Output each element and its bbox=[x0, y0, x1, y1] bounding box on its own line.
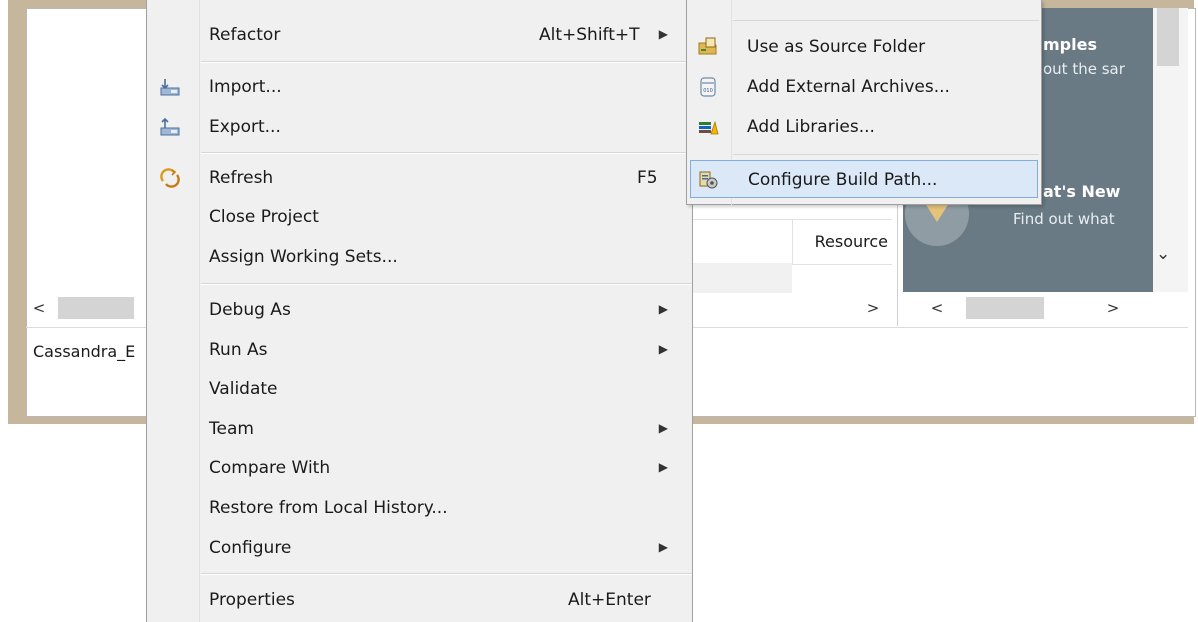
submenu-item-add-libraries[interactable]: Add Libraries... bbox=[687, 108, 1041, 146]
menu-item-label: Assign Working Sets... bbox=[209, 247, 398, 267]
column-header-resource[interactable]: Resource bbox=[815, 232, 888, 251]
scroll-thumb[interactable] bbox=[58, 297, 134, 319]
properties-table-header: Resource bbox=[686, 219, 892, 265]
menu-separator bbox=[201, 573, 692, 575]
project-status-label: Cassandra_E bbox=[33, 342, 136, 361]
menu-item-label: Export... bbox=[209, 117, 281, 137]
table-row bbox=[686, 263, 892, 293]
shortcut-label: Alt+Shift+T bbox=[539, 25, 640, 45]
menu-item-refactor[interactable]: Refactor Alt+Shift+T ▶ bbox=[147, 16, 692, 54]
menu-item-label: Debug As bbox=[209, 300, 291, 320]
context-menu: Refactor Alt+Shift+T ▶ Import... Export.… bbox=[146, 0, 693, 622]
menu-item-refresh[interactable]: Refresh F5 bbox=[147, 159, 692, 197]
menu-item-run-as[interactable]: Run As ▶ bbox=[147, 331, 692, 369]
menu-item-compare-with[interactable]: Compare With ▶ bbox=[147, 449, 692, 487]
menu-item-properties[interactable]: Properties Alt+Enter bbox=[147, 581, 692, 619]
submenu-arrow-icon: ▶ bbox=[658, 460, 668, 474]
submenu-arrow-icon: ▶ bbox=[658, 540, 668, 554]
submenu-item-add-external-archives[interactable]: 010 Add External Archives... bbox=[687, 68, 1041, 106]
submenu-item-configure-build-path[interactable]: Configure Build Path... bbox=[690, 160, 1038, 198]
source-folder-icon bbox=[698, 37, 717, 55]
samples-description: out the sar bbox=[1043, 60, 1125, 78]
menu-separator bbox=[733, 154, 1039, 155]
table-horizontal-scrollbar[interactable]: > bbox=[864, 299, 882, 317]
vertical-scroll-thumb[interactable] bbox=[1157, 8, 1179, 66]
whats-new-title[interactable]: at's New bbox=[1043, 182, 1120, 201]
menu-item-import[interactable]: Import... bbox=[147, 68, 692, 106]
shortcut-label: Alt+Enter bbox=[568, 590, 651, 610]
scroll-right-icon[interactable]: > bbox=[864, 299, 882, 317]
menu-item-label: Restore from Local History... bbox=[209, 498, 448, 518]
menu-item-restore-local-history[interactable]: Restore from Local History... bbox=[147, 489, 692, 527]
jar-archive-icon: 010 bbox=[700, 77, 716, 97]
build-path-icon bbox=[699, 171, 718, 189]
export-icon bbox=[160, 117, 180, 136]
menu-item-label: Import... bbox=[209, 77, 282, 97]
menu-item-configure[interactable]: Configure ▶ bbox=[147, 529, 692, 567]
menu-item-team[interactable]: Team ▶ bbox=[147, 410, 692, 448]
scroll-left-icon[interactable]: < bbox=[30, 299, 48, 317]
menu-item-label: Team bbox=[209, 419, 254, 439]
menu-item-label: Configure bbox=[209, 538, 292, 558]
samples-title[interactable]: mples bbox=[1043, 35, 1097, 54]
build-path-submenu: Use as Source Folder 010 Add External Ar… bbox=[686, 0, 1042, 205]
menu-separator bbox=[201, 283, 692, 285]
menu-item-close-project[interactable]: Close Project bbox=[147, 198, 692, 236]
menu-item-label: Validate bbox=[209, 379, 278, 399]
submenu-item-use-as-source-folder[interactable]: Use as Source Folder bbox=[687, 28, 1041, 66]
submenu-arrow-icon: ▶ bbox=[658, 302, 668, 316]
whats-new-description: Find out what bbox=[1013, 210, 1115, 228]
menu-item-label: Compare With bbox=[209, 458, 331, 478]
menu-item-assign-working-sets[interactable]: Assign Working Sets... bbox=[147, 238, 692, 276]
submenu-item-label: Configure Build Path... bbox=[748, 170, 938, 190]
column-divider bbox=[792, 220, 793, 264]
menu-item-label: Refresh bbox=[209, 168, 274, 188]
libraries-icon bbox=[699, 120, 719, 135]
submenu-arrow-icon: ▶ bbox=[658, 421, 668, 435]
menu-item-label: Refactor bbox=[209, 25, 281, 45]
scroll-right-icon[interactable]: > bbox=[1104, 299, 1122, 317]
menu-item-label: Run As bbox=[209, 340, 268, 360]
menu-item-label: Properties bbox=[209, 590, 295, 610]
submenu-item-label: Add External Archives... bbox=[747, 77, 950, 97]
submenu-item-label: Use as Source Folder bbox=[747, 37, 926, 57]
menu-item-export[interactable]: Export... bbox=[147, 108, 692, 146]
menu-item-label: Close Project bbox=[209, 207, 319, 227]
menu-item-debug-as[interactable]: Debug As ▶ bbox=[147, 291, 692, 329]
refresh-icon bbox=[160, 168, 180, 188]
submenu-item-label: Add Libraries... bbox=[747, 117, 875, 137]
menu-separator bbox=[201, 152, 692, 154]
submenu-arrow-icon: ▶ bbox=[658, 342, 668, 356]
menu-separator bbox=[733, 20, 1039, 21]
left-horizontal-scrollbar[interactable]: < bbox=[30, 297, 134, 319]
scroll-left-icon[interactable]: < bbox=[928, 299, 946, 317]
menu-item-validate[interactable]: Validate bbox=[147, 370, 692, 408]
svg-text:010: 010 bbox=[703, 88, 713, 94]
menu-separator bbox=[201, 61, 692, 63]
shortcut-label: F5 bbox=[637, 168, 658, 188]
welcome-horizontal-scrollbar[interactable]: < > bbox=[928, 297, 1122, 319]
scroll-thumb[interactable] bbox=[966, 297, 1044, 319]
submenu-arrow-icon: ▶ bbox=[658, 27, 668, 41]
scroll-down-icon[interactable]: ⌄ bbox=[1156, 244, 1170, 264]
import-icon bbox=[160, 79, 180, 96]
